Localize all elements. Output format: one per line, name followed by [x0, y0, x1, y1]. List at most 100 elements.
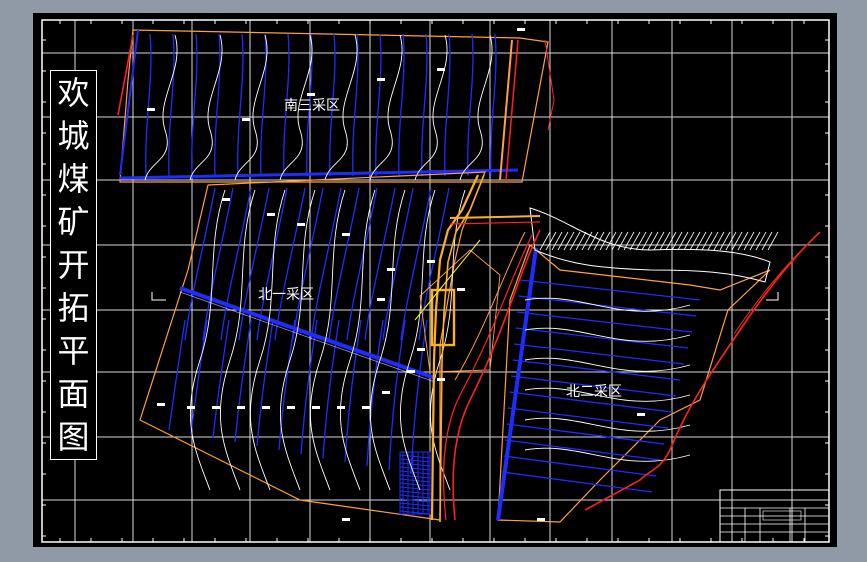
hatch — [743, 231, 755, 251]
hatch — [665, 231, 677, 251]
shaft-road-1 — [430, 174, 480, 521]
south3-west-fault — [117, 34, 134, 116]
survey-markers — [147, 28, 645, 521]
panel-line — [398, 33, 405, 177]
panel-line — [292, 187, 324, 341]
panel-line — [444, 33, 451, 177]
marker — [267, 213, 275, 216]
marker — [407, 370, 415, 373]
panel-line — [190, 319, 208, 435]
panel-line — [310, 187, 342, 341]
contour — [189, 189, 226, 491]
hatch — [635, 231, 647, 251]
marker — [157, 403, 165, 406]
panel-line — [237, 33, 244, 177]
cad-viewport[interactable]: 欢 城 煤 矿 开 拓 平 面 图 南三采区 北一采区 北二采区 — [0, 0, 867, 562]
panel-line — [344, 319, 362, 463]
hatch — [399, 454, 431, 459]
hatch — [713, 231, 725, 251]
marker — [537, 518, 545, 521]
contour — [459, 34, 493, 181]
panel-line — [375, 33, 382, 177]
hatch — [399, 482, 431, 487]
hatch — [575, 231, 587, 251]
north2-main-road — [496, 247, 538, 521]
hatch — [725, 231, 737, 251]
panel-line — [220, 187, 252, 341]
panel-line — [467, 33, 474, 177]
south3-west-road — [119, 29, 139, 176]
title-char: 城 — [57, 117, 90, 155]
shaft-road-2 — [439, 174, 485, 523]
marker — [262, 406, 270, 409]
mine-plan-drawing — [41, 19, 830, 543]
panel-line — [382, 187, 414, 341]
panel-line — [300, 319, 318, 455]
title-char: 煤 — [57, 160, 90, 198]
marker — [377, 78, 385, 81]
south3-east-road — [499, 39, 513, 181]
marker — [147, 108, 155, 111]
title-char: 面 — [57, 375, 90, 413]
hatch — [545, 231, 557, 251]
marker — [382, 391, 390, 394]
marker — [297, 223, 305, 226]
hatch — [399, 478, 431, 483]
panel-line — [366, 319, 384, 467]
bracket-right — [766, 292, 779, 301]
marker — [342, 518, 350, 521]
north2-boundary — [497, 243, 771, 523]
panel-line — [328, 187, 360, 341]
hatch — [611, 231, 623, 251]
panel-line — [400, 187, 432, 341]
panel-line — [256, 319, 274, 447]
drawing-title: 欢 城 煤 矿 开 拓 平 面 图 — [50, 70, 97, 460]
marker — [362, 406, 370, 409]
hatch — [399, 502, 431, 507]
contour — [144, 34, 178, 181]
hatch — [653, 231, 665, 251]
title-char: 开 — [57, 246, 90, 284]
hatch — [689, 231, 701, 251]
marker — [377, 298, 385, 301]
hatch — [399, 458, 431, 463]
survey-line — [414, 239, 481, 321]
title-char: 拓 — [57, 289, 90, 327]
title-char: 平 — [57, 332, 90, 370]
hatch — [641, 231, 653, 251]
hatch — [761, 231, 773, 251]
marker — [517, 28, 525, 31]
hatch — [731, 231, 743, 251]
zone-label-north2: 北二采区 — [566, 384, 622, 400]
panel-line — [410, 319, 428, 475]
hatch — [581, 231, 593, 251]
hatch — [737, 231, 749, 251]
panel-line — [346, 187, 378, 341]
hatch — [599, 231, 611, 251]
shaft-cross-road — [449, 215, 541, 219]
marker — [457, 288, 465, 291]
marker — [242, 118, 250, 121]
panel-line — [145, 33, 152, 177]
title-char: 图 — [57, 418, 90, 456]
panel-line — [503, 455, 657, 477]
panel-line — [516, 311, 693, 333]
hatch — [399, 490, 431, 495]
panel-line — [388, 319, 406, 471]
panel-line — [202, 187, 234, 341]
panel-line — [168, 33, 175, 177]
marker — [417, 348, 425, 351]
hatch — [629, 231, 641, 251]
panel-line — [191, 33, 198, 177]
panel-line — [260, 33, 267, 177]
hatch — [755, 231, 767, 251]
panel-line — [168, 319, 186, 431]
marker — [287, 406, 295, 409]
hatch — [551, 231, 563, 251]
panel-line — [501, 471, 653, 493]
contour — [414, 34, 448, 181]
hatch — [749, 231, 761, 251]
hatch — [701, 231, 713, 251]
east-faults — [544, 39, 821, 511]
hatch — [695, 231, 707, 251]
